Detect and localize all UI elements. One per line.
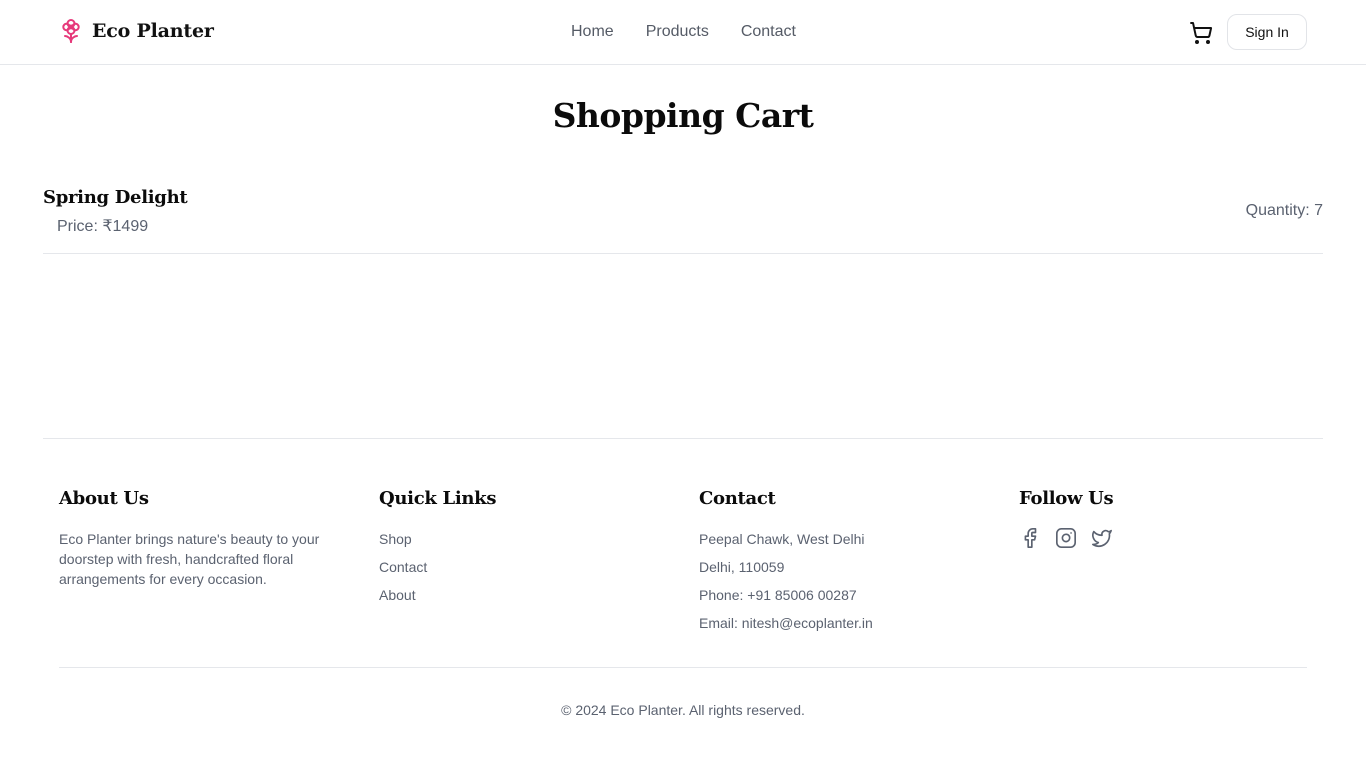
cart-item: Spring Delight Price: ₹1499 Quantity: 7 — [43, 178, 1323, 254]
footer-contact-heading: Contact — [699, 488, 776, 509]
cart-item-name: Spring Delight — [43, 187, 188, 208]
facebook-icon[interactable] — [1019, 527, 1041, 549]
footer-contact-phone: Phone: +91 85006 00287 — [699, 587, 857, 603]
footer-contact-city: Delhi, 110059 — [699, 559, 785, 575]
footer-about-text: Eco Planter brings nature's beauty to yo… — [59, 531, 320, 587]
footer-link-about[interactable]: About — [379, 585, 669, 605]
brand-logo[interactable]: Eco Planter — [60, 18, 214, 44]
nav-link-products[interactable]: Products — [646, 22, 709, 42]
main-nav: Home Products Contact — [571, 22, 796, 42]
brand-name: Eco Planter — [92, 20, 214, 42]
shopping-cart-icon[interactable] — [1189, 21, 1213, 45]
social-links — [1019, 527, 1309, 549]
page-title: Shopping Cart — [552, 96, 814, 135]
site-header: Eco Planter Home Products Contact Sign I… — [0, 0, 1366, 65]
sign-in-button[interactable]: Sign In — [1227, 14, 1307, 50]
cart-item-quantity: Quantity: 7 — [1245, 202, 1323, 219]
flower-icon — [60, 18, 82, 44]
nav-link-contact[interactable]: Contact — [741, 22, 796, 42]
footer-quick-links: Quick Links Shop Contact About — [379, 488, 669, 613]
instagram-icon[interactable] — [1055, 527, 1077, 549]
twitter-icon[interactable] — [1091, 527, 1113, 549]
footer-quick-links-heading: Quick Links — [379, 488, 497, 509]
footer-about: About Us Eco Planter brings nature's bea… — [59, 488, 349, 589]
footer-link-contact[interactable]: Contact — [379, 557, 669, 577]
footer-follow: Follow Us — [1019, 488, 1309, 549]
cart-item-price: Price: ₹1499 — [57, 218, 149, 235]
copyright-text: © 2024 Eco Planter. All rights reserved. — [561, 702, 805, 718]
nav-link-home[interactable]: Home — [571, 22, 614, 42]
footer-divider — [43, 438, 1323, 439]
footer-about-heading: About Us — [59, 488, 149, 509]
footer-follow-heading: Follow Us — [1019, 488, 1114, 509]
footer-contact: Contact Peepal Chawk, West Delhi Delhi, … — [699, 488, 989, 641]
footer-contact-address: Peepal Chawk, West Delhi — [699, 531, 865, 547]
footer-contact-email: Email: nitesh@ecoplanter.in — [699, 615, 873, 631]
footer-link-shop[interactable]: Shop — [379, 529, 669, 549]
bottom-divider — [59, 667, 1307, 668]
